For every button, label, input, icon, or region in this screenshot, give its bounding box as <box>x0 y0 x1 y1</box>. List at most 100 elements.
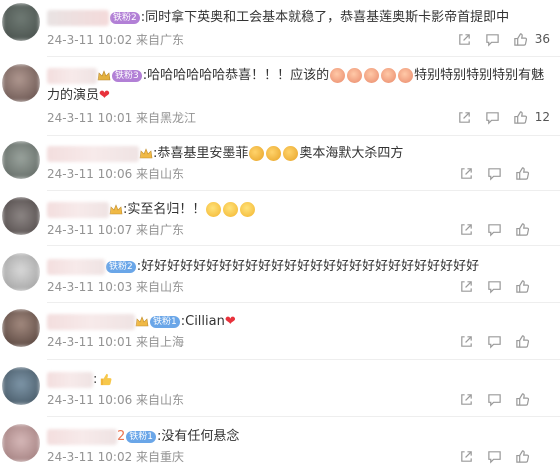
crown-icon <box>139 147 153 158</box>
avatar[interactable] <box>2 3 40 41</box>
comment-text-line: 铁粉1:Cillian❤ <box>47 313 236 331</box>
like-icon <box>515 449 529 463</box>
emoji-icon <box>381 68 397 83</box>
like-button[interactable] <box>509 164 535 182</box>
comment-actions: 36 <box>450 30 550 48</box>
share-icon <box>459 111 471 123</box>
avatar[interactable] <box>2 141 40 179</box>
comment-actions <box>451 220 550 238</box>
comment-actions <box>451 164 550 182</box>
comment-actions <box>451 277 550 295</box>
fan-badge: 铁粉3 <box>112 69 142 82</box>
share-button[interactable] <box>453 390 479 408</box>
fan-badge: 铁粉2 <box>106 260 136 273</box>
comment-text: : <box>93 372 98 387</box>
comment-meta: 24-3-11 10:06 来自山东 <box>47 393 185 407</box>
crown-icon <box>97 69 111 80</box>
username[interactable] <box>47 145 139 162</box>
like-icon <box>514 110 528 124</box>
share-icon <box>460 223 472 235</box>
comment-button[interactable] <box>481 390 507 408</box>
comment-meta: 24-3-11 10:01 来自黑龙江 <box>47 111 197 125</box>
avatar[interactable] <box>2 367 40 405</box>
comment-text: :好好好好好好好好好好好好好好好好好好好好好好好好好好 <box>136 259 480 274</box>
comment-text: :没有任何悬念 <box>157 429 240 444</box>
avatar[interactable] <box>2 64 40 102</box>
comment-text-line: 铁粉3:哈哈哈哈哈哈恭喜！！！应该的 特别特别特别特别有魅力的演员❤ <box>47 66 552 106</box>
like-count: 12 <box>534 110 550 124</box>
comment-button[interactable] <box>481 220 507 238</box>
divider <box>47 416 560 417</box>
comment-meta: 24-3-11 10:02 来自重庆 <box>47 450 185 464</box>
share-button[interactable] <box>453 164 479 182</box>
divider <box>47 245 560 246</box>
crown-icon <box>109 203 123 214</box>
fan-badge: 铁粉2 <box>110 11 140 24</box>
comment-actions <box>451 447 550 465</box>
username[interactable] <box>47 371 93 388</box>
comment-icon <box>486 111 499 125</box>
like-button[interactable] <box>509 447 535 465</box>
share-button[interactable] <box>453 447 479 465</box>
comment-button[interactable] <box>481 332 507 350</box>
comment-meta: 24-3-11 10:07 来自广东 <box>47 223 185 237</box>
username[interactable] <box>47 313 135 330</box>
like-button[interactable] <box>509 332 535 350</box>
comment-text: :实至名归！！ <box>123 202 206 217</box>
divider <box>47 135 560 136</box>
comment-meta: 24-3-11 10:02 来自广东 <box>47 33 185 47</box>
heart-icon: ❤ <box>224 314 236 329</box>
comment-icon <box>487 450 501 464</box>
divider <box>47 56 560 57</box>
avatar[interactable] <box>2 309 40 347</box>
share-button[interactable] <box>452 108 478 126</box>
comment-actions <box>451 390 550 408</box>
comment-button[interactable] <box>481 447 507 465</box>
share-icon <box>460 450 472 462</box>
emoji-icon <box>330 68 346 83</box>
username[interactable] <box>47 67 97 84</box>
avatar[interactable] <box>2 197 40 235</box>
comment-text-line: 2 铁粉1:没有任何悬念 <box>47 428 239 446</box>
like-button[interactable] <box>509 390 535 408</box>
comment-button[interactable] <box>480 108 506 126</box>
username[interactable] <box>47 9 109 26</box>
username[interactable] <box>47 428 117 445</box>
username[interactable] <box>47 201 109 218</box>
username[interactable] <box>47 258 105 275</box>
comment-icon <box>486 33 499 47</box>
share-button[interactable] <box>452 30 478 48</box>
share-button[interactable] <box>453 220 479 238</box>
comment-text: :Cillian <box>180 314 225 329</box>
comment-text: :哈哈哈哈哈哈恭喜！！！应该的 <box>142 68 330 83</box>
like-icon <box>515 279 529 293</box>
fan-badge: 铁粉1 <box>126 430 157 443</box>
divider <box>47 190 560 191</box>
username-suffix: 2 <box>117 429 126 444</box>
avatar[interactable] <box>2 424 40 462</box>
comment-text-cont: 奥本海默大杀四方 <box>299 146 404 161</box>
comment-meta: 24-3-11 10:01 来自上海 <box>47 335 185 349</box>
comment-icon <box>487 393 501 407</box>
like-icon <box>514 32 528 46</box>
avatar[interactable] <box>2 253 40 291</box>
like-button[interactable] <box>509 220 535 238</box>
like-icon <box>515 392 529 406</box>
share-icon <box>460 167 472 179</box>
emoji-icon <box>223 202 239 217</box>
share-icon <box>460 335 472 347</box>
share-button[interactable] <box>453 277 479 295</box>
emoji-icon <box>206 202 222 217</box>
share-button[interactable] <box>453 332 479 350</box>
heart-icon: ❤ <box>99 88 110 103</box>
emoji-icon <box>398 68 414 83</box>
comment-text: :恭喜基里安墨菲 <box>153 146 249 161</box>
comment-button[interactable] <box>481 277 507 295</box>
like-button[interactable] <box>508 30 534 48</box>
share-icon <box>460 393 472 405</box>
like-button[interactable] <box>509 277 535 295</box>
comment-icon <box>487 223 501 237</box>
comment-button[interactable] <box>481 164 507 182</box>
like-button[interactable] <box>508 108 534 126</box>
comment-button[interactable] <box>480 30 506 48</box>
